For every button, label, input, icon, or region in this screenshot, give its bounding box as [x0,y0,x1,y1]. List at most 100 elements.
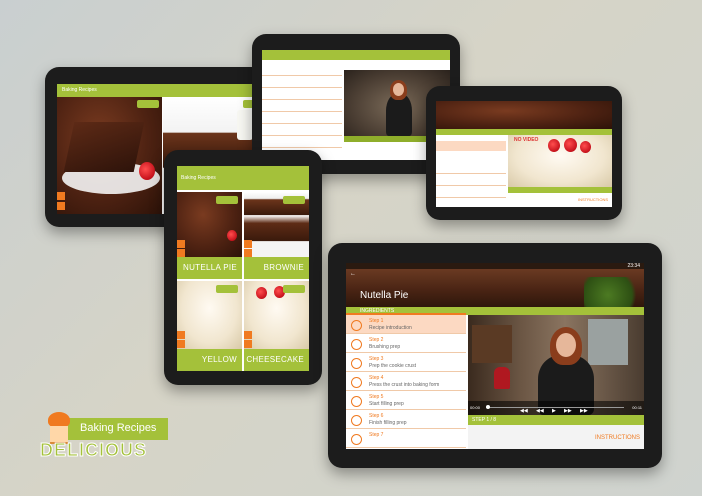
milk-glass [237,110,253,140]
recipe-tile-nutella-pie[interactable]: NUTELLA PIE [177,192,242,279]
strawberry [227,230,237,241]
step-row[interactable]: Step 6 Finish filling prep [346,410,466,429]
presenter-face [556,333,576,357]
bottom-bar [508,187,612,193]
instructions-label[interactable]: INSTRUCTIONS [578,197,608,202]
video-time-start: 00:00 [470,405,481,410]
tab-marker[interactable] [177,240,185,248]
strawberry [564,138,577,152]
tablet-top-right: NO VIDEO INSTRUCTIONS [426,86,622,220]
step-desc: Press the crust into baking form [369,382,440,388]
step-desc: Recipe introduction [369,325,412,331]
step-play-icon [351,434,362,445]
tab-marker[interactable] [244,249,252,257]
tile-label: BROWNIE [244,257,309,279]
tab-marker[interactable] [244,331,252,339]
recipe-tile-yellow-cake[interactable]: YELLOW CAKE [177,281,242,371]
no-video-label: NO VIDEO [514,137,539,143]
step-row[interactable]: Step 4 Press the crust into baking form [346,372,466,391]
skip-back-icon[interactable]: ◀◀ [520,408,528,414]
tablet-center-screen: Baking Recipes NUTELLA PIE BROWNIE YELLO… [177,166,309,371]
video-time-end: 00:11 [632,405,642,410]
step-title: Step 1 [369,318,384,324]
recipe-header-image [436,101,612,129]
step-row[interactable]: Step 3 Prep the cookie crust [346,353,466,372]
step-title: Step 6 [369,413,384,419]
step-title: Step 5 [369,394,384,400]
fast-forward-icon[interactable]: ▶▶ [564,408,572,414]
step-play-icon [351,396,362,407]
favorite-badge[interactable] [283,285,305,293]
favorite-badge[interactable] [216,285,238,293]
step-play-icon [351,320,362,331]
play-icon[interactable]: ▶ [552,408,556,414]
tab-marker[interactable] [177,331,185,339]
tile-label: CHEESECAKE [244,349,309,371]
tab-marker[interactable] [244,340,252,348]
step-counter: STEP 1 / 8 [472,417,497,423]
tab-bar: INGREDIENTS [346,307,644,315]
step-desc: Finish filling prep [369,420,407,426]
stand-mixer [494,367,510,389]
rewind-icon[interactable]: ◀◀ [536,408,544,414]
recipe-title: Nutella Pie [360,290,409,301]
step-play-icon [351,358,362,369]
step-title: Step 2 [369,337,384,343]
instructions-panel: INSTRUCTIONS [468,425,644,449]
step-list: Step 1 Recipe introduction Step 2 Brushi… [346,315,466,449]
tablet-main-screen: 23:34 ← Nutella Pie INGREDIENTS Step 1 R… [346,263,644,449]
tab-marker[interactable] [57,202,65,210]
step-row[interactable]: Step 1 Recipe introduction [346,315,466,334]
skip-forward-icon[interactable]: ▶▶ [580,408,588,414]
step-row[interactable]: Step 2 Brushing prep [346,334,466,353]
kitchen-window [588,319,628,365]
logo-title: Baking Recipes [80,422,157,434]
step-row[interactable]: Step 7 [346,429,466,448]
step-counter-bar: STEP 1 / 8 [468,415,644,425]
favorite-badge[interactable] [216,196,238,204]
tab-marker[interactable] [177,340,185,348]
step-desc: Prep the cookie crust [369,363,416,369]
step-list [262,60,342,160]
instructions-label[interactable]: INSTRUCTIONS [595,435,640,441]
app-bar: Baking Recipes [177,166,309,190]
step-row[interactable]: Step 5 Start filling prep [346,391,466,410]
step-title: Step 4 [369,375,384,381]
seek-handle[interactable] [486,405,490,409]
app-bar [262,50,450,60]
step-play-icon [351,377,362,388]
step-desc: Brushing prep [369,344,401,350]
back-arrow-icon[interactable]: ← [350,271,356,277]
favorite-badge[interactable] [137,100,159,108]
tablet-top-right-screen: NO VIDEO INSTRUCTIONS [436,101,612,207]
pie-slice [63,122,145,172]
step-play-icon [351,415,362,426]
step-list [436,135,506,199]
favorite-badge[interactable] [283,196,305,204]
recipe-tile-cheesecake[interactable]: CHEESECAKE [244,281,309,371]
step-title: Step 3 [369,356,384,362]
tile-label: YELLOW CAKE [177,349,242,371]
step-title: Step 7 [369,432,384,438]
strawberry [548,139,560,152]
step-play-icon [351,339,362,350]
strawberry [256,287,267,299]
step-desc: Start filling prep [369,401,404,407]
video-controls: 00:00 00:11 ◀◀ ◀◀ ▶ ▶▶ ▶▶ [468,401,644,415]
tab-marker[interactable] [177,249,185,257]
header-greens [584,277,644,307]
strawberry [139,162,155,180]
tablet-top-center-screen [262,50,450,160]
presenter-face [393,83,404,96]
app-title: Baking Recipes [62,87,97,93]
recipe-tile-brownie[interactable]: BROWNIE [244,192,309,279]
kitchen-cabinet [472,325,512,363]
video-player[interactable]: 00:00 00:11 ◀◀ ◀◀ ▶ ▶▶ ▶▶ [468,315,644,415]
app-title: Baking Recipes [181,175,216,181]
tablet-main: 23:34 ← Nutella Pie INGREDIENTS Step 1 R… [328,243,662,468]
tablet-center: Baking Recipes NUTELLA PIE BROWNIE YELLO… [164,150,322,385]
tab-marker[interactable] [244,240,252,248]
tab-marker[interactable] [57,192,65,200]
brand-logo: Baking Recipes DELICIOUS [34,410,174,468]
presenter [386,94,412,136]
